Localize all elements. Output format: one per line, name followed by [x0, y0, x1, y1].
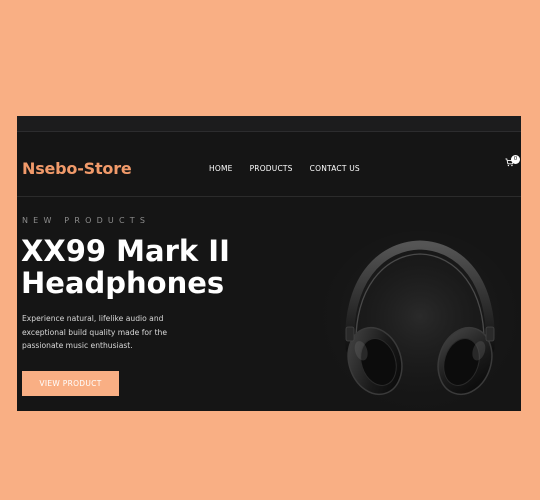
site-header: Nsebo-Store HOME PRODUCTS CONTACT US 0	[17, 142, 521, 197]
cart-button[interactable]: 0	[505, 155, 520, 170]
nav-item-products[interactable]: PRODUCTS	[250, 164, 293, 173]
hero-description: Experience natural, lifelike audio and e…	[22, 314, 168, 350]
headphones-image	[320, 231, 520, 411]
hero-title: XX99 Mark II Headphones	[21, 235, 281, 299]
hero-eyebrow: NEW PRODUCTS	[22, 216, 151, 225]
browser-window: Nsebo-Store HOME PRODUCTS CONTACT US 0 N…	[17, 116, 521, 411]
nav-item-contact-us[interactable]: CONTACT US	[310, 164, 360, 173]
hero-title-line-1: XX99 Mark II	[21, 234, 230, 268]
store-logo[interactable]: Nsebo-Store	[22, 159, 132, 178]
cart-count-badge: 0	[511, 155, 520, 164]
view-product-button[interactable]: VIEW PRODUCT	[22, 371, 119, 396]
nav-item-home[interactable]: HOME	[209, 164, 233, 173]
main-nav: HOME PRODUCTS CONTACT US	[209, 164, 360, 173]
hero-title-line-2: Headphones	[21, 266, 225, 300]
browser-top-bar	[17, 116, 521, 132]
